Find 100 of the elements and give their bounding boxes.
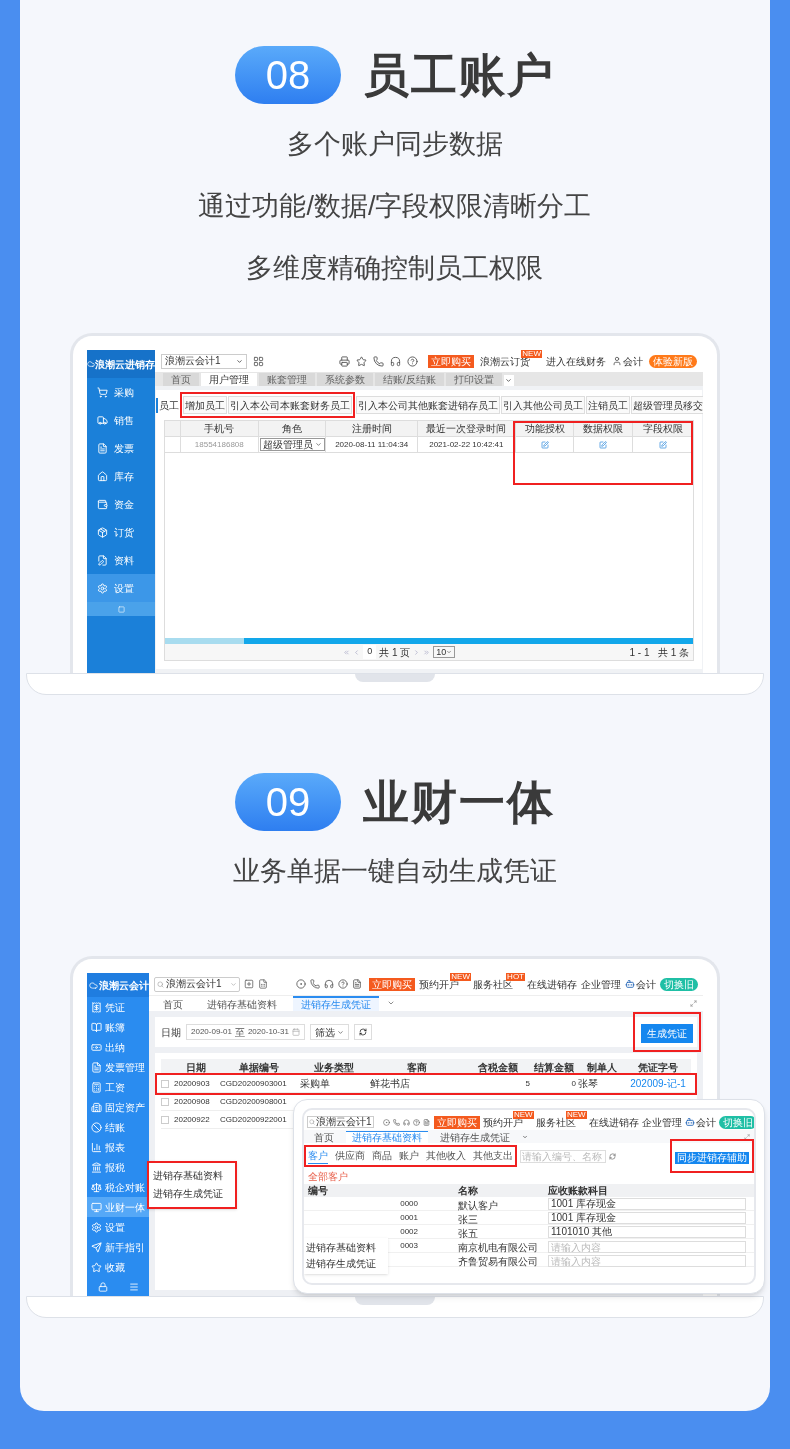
headset-icon[interactable] — [324, 979, 334, 989]
toolbar-button[interactable]: 引入其他公司员工 — [501, 396, 585, 414]
page-input[interactable]: 0 — [363, 645, 377, 659]
collapse-button[interactable] — [87, 602, 155, 616]
last-page-icon[interactable] — [423, 648, 431, 656]
phone-icon[interactable] — [310, 979, 320, 989]
printer-icon[interactable] — [339, 355, 350, 367]
user-link[interactable]: 会计 — [695, 1114, 716, 1130]
section-subtitle: 通过功能/数据/字段权限清晰分工 — [198, 190, 592, 223]
search-field[interactable]: 请输入编号、名称 — [520, 1149, 606, 1163]
edit-icon[interactable] — [599, 440, 608, 449]
headset-icon[interactable] — [390, 355, 401, 367]
subject-field[interactable]: 1101010 其他 — [548, 1225, 746, 1238]
subtab[interactable]: 账户 — [399, 1148, 419, 1164]
sync-button[interactable]: 同步进销存辅助 — [675, 1152, 749, 1164]
page-size-select[interactable]: 10 — [433, 646, 456, 658]
target-icon[interactable] — [296, 979, 306, 989]
flyout-menu-item[interactable]: 进销存基础资料 — [149, 1167, 235, 1185]
table-cell-text: 0 — [570, 1077, 577, 1090]
sidebar-item[interactable]: 订货 — [87, 518, 155, 546]
add-icon[interactable] — [244, 979, 254, 989]
sheet-icon[interactable] — [258, 979, 268, 989]
help-icon[interactable] — [338, 979, 348, 989]
subtab[interactable]: 其他收入 — [426, 1148, 466, 1164]
subtab[interactable]: 供应商 — [335, 1148, 365, 1164]
document-icon[interactable] — [422, 1118, 430, 1126]
account-select[interactable]: 浪潮云会计1 — [161, 353, 247, 369]
subject-field[interactable]: 1001 库存现金 — [548, 1197, 746, 1210]
row-checkbox[interactable] — [161, 1097, 169, 1106]
refresh-button[interactable] — [353, 1024, 372, 1040]
edit-icon[interactable] — [540, 440, 549, 449]
header-link[interactable]: 在线进销存 — [588, 1114, 639, 1130]
expand-icon[interactable] — [744, 1134, 750, 1140]
tab[interactable]: 账套管理 — [259, 373, 315, 386]
more-tabs-icon[interactable] — [387, 999, 395, 1007]
filter-button[interactable]: 筛选 — [309, 1024, 349, 1040]
phone-icon[interactable] — [392, 1118, 400, 1126]
tab[interactable]: 用户管理 — [201, 373, 257, 386]
subject-field[interactable]: 请输入内容 — [548, 1255, 746, 1267]
sidebar-item[interactable]: 资金 — [87, 490, 155, 518]
row-checkbox[interactable] — [161, 1115, 169, 1124]
document-icon[interactable] — [352, 979, 362, 989]
toolbar-button[interactable]: 注销员工 — [586, 396, 630, 414]
subtab[interactable]: 客户 — [308, 1148, 328, 1164]
row-checkbox[interactable] — [161, 1079, 169, 1088]
toolbar-button[interactable]: 引入本公司本账套财务员工 — [228, 396, 352, 414]
flyout-menu-item[interactable]: 进销存基础资料 — [304, 1240, 388, 1256]
user-link[interactable]: 会计 — [636, 976, 656, 992]
tab[interactable]: 首页 — [308, 1131, 340, 1143]
toolbar-button[interactable]: 超级管理员移交 — [631, 396, 703, 414]
subject-field[interactable]: 请输入内容 — [548, 1241, 746, 1253]
more-tabs-icon[interactable] — [522, 1134, 528, 1140]
sidebar-item[interactable]: 采购 — [87, 378, 155, 406]
toolbar-button[interactable]: 增加员工 — [183, 396, 227, 414]
target-icon[interactable] — [382, 1118, 390, 1126]
toolbar-button[interactable]: 引入本公司其他账套进销存员工 — [356, 396, 500, 414]
phone-icon[interactable] — [373, 355, 384, 367]
help-icon[interactable] — [407, 355, 418, 367]
sidebar-item[interactable]: 销售 — [87, 406, 155, 434]
table-cell-text: 20200922 — [173, 1113, 211, 1126]
sidebar-item[interactable]: 库存 — [87, 462, 155, 490]
apps-icon[interactable] — [253, 355, 264, 367]
subtab[interactable]: 商品 — [372, 1148, 392, 1164]
tab[interactable]: 系统参数 — [317, 373, 373, 386]
expand-icon[interactable] — [690, 1000, 697, 1007]
tab[interactable]: 首页 — [163, 373, 199, 386]
tab[interactable]: 首页 — [155, 996, 191, 1011]
generate-voucher-button[interactable]: 生成凭证 — [641, 1024, 693, 1043]
help-icon[interactable] — [412, 1118, 420, 1126]
tab[interactable]: 进销存生成凭证 — [434, 1131, 516, 1143]
account-select[interactable]: 浪潮云会计1 — [307, 1116, 374, 1128]
header-link[interactable]: 企业管理 — [581, 976, 621, 992]
subtab[interactable]: 其他支出 — [473, 1148, 513, 1164]
tab[interactable]: 进销存基础资料 — [199, 996, 285, 1011]
tab[interactable]: 结账/反结账 — [375, 373, 444, 386]
flyout-menu-item[interactable]: 进销存生成凭证 — [149, 1185, 235, 1203]
sidebar-item[interactable]: 发票 — [87, 434, 155, 462]
tab[interactable]: 进销存基础资料 — [346, 1131, 428, 1143]
header-link[interactable]: 企业管理 — [641, 1114, 682, 1130]
lock-icon[interactable] — [97, 1281, 108, 1292]
table-cell-text: 鲜花书店 — [369, 1077, 411, 1091]
account-select[interactable]: 浪潮云会计1 — [154, 976, 240, 992]
user-link[interactable]: 会计 — [623, 353, 643, 369]
first-page-icon[interactable] — [343, 648, 351, 656]
role-select[interactable]: 超级管理员 — [259, 438, 325, 451]
more-tabs-button[interactable] — [503, 375, 514, 386]
refresh-icon[interactable] — [609, 1152, 616, 1160]
date-range-field[interactable]: 2020-09-01 至 2020-10-31 — [186, 1024, 305, 1040]
subject-field[interactable]: 1001 库存现金 — [548, 1211, 746, 1224]
voucher-link[interactable]: 202009-记-1 — [627, 1075, 689, 1092]
menu-icon[interactable] — [128, 1281, 139, 1292]
flyout-menu-item[interactable]: 进销存生成凭证 — [304, 1256, 388, 1272]
previous-page-icon[interactable] — [353, 648, 361, 656]
edit-icon[interactable] — [658, 440, 667, 449]
header-link[interactable]: 在线进销存 — [527, 976, 577, 992]
star-icon[interactable] — [356, 355, 367, 367]
next-page-icon[interactable] — [413, 648, 421, 656]
header-link[interactable]: 进入在线财务 — [546, 353, 606, 369]
sidebar-item[interactable]: 资料 — [87, 546, 155, 574]
tab[interactable]: 打印设置 — [445, 373, 502, 386]
